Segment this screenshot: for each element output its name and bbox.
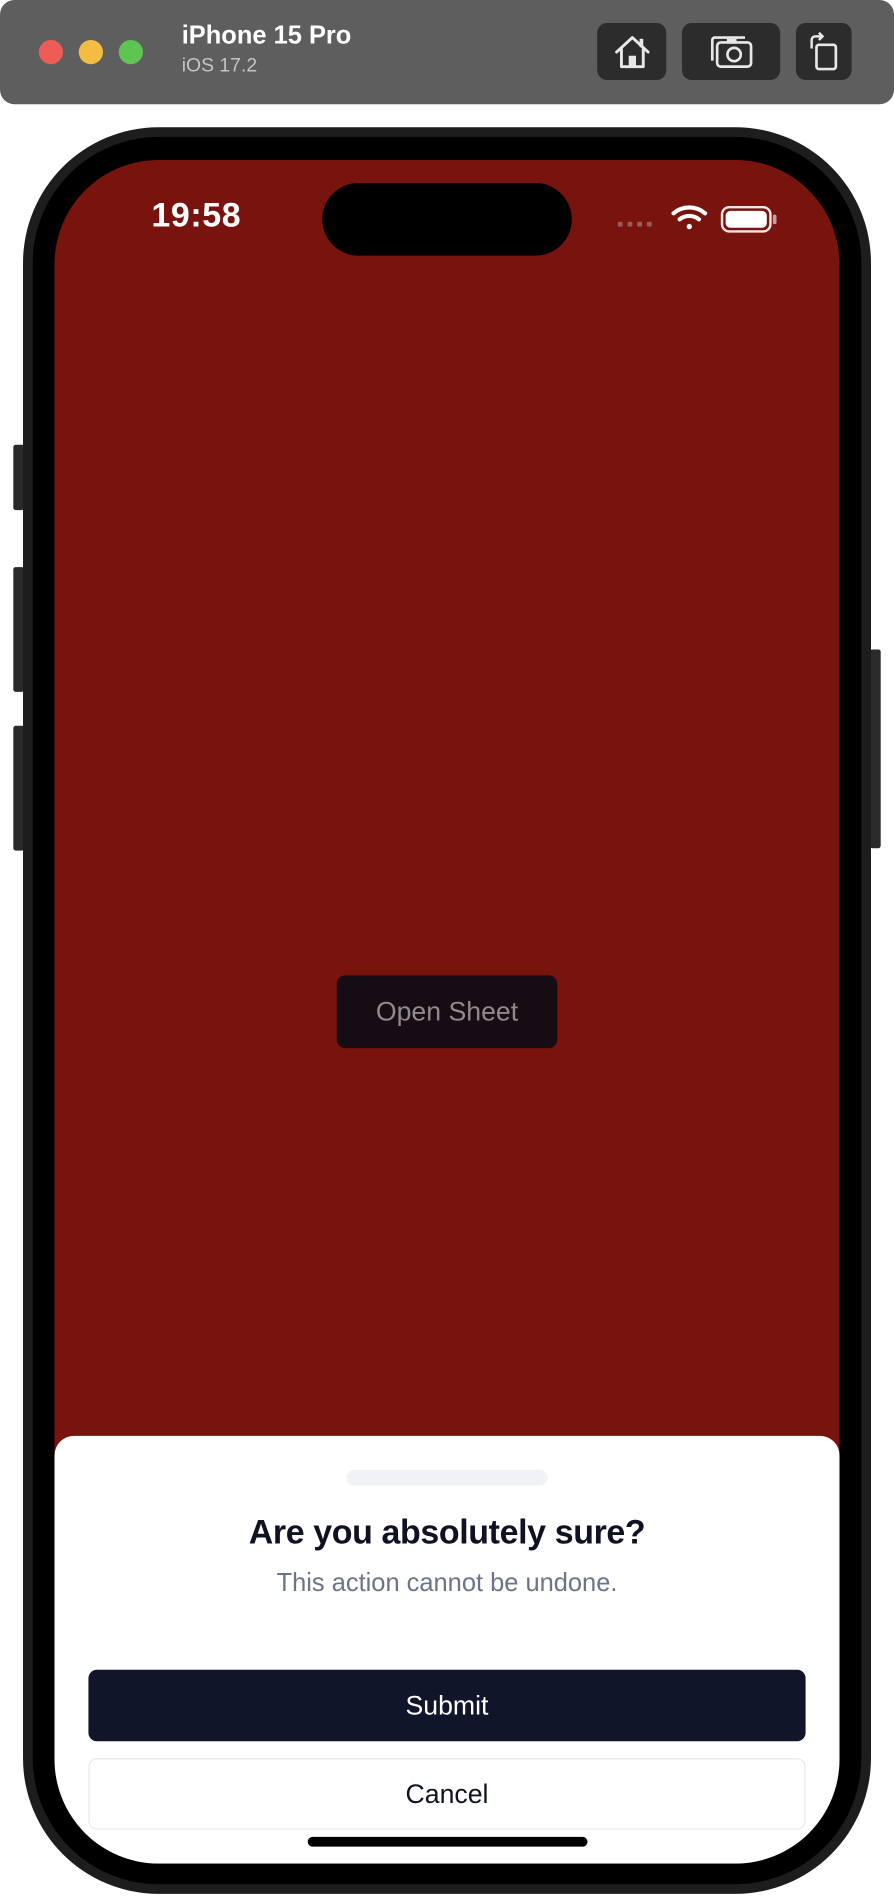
bottom-sheet: Are you absolutely sure? This action can…	[54, 1435, 840, 1864]
sheet-description: This action cannot be undone.	[276, 1569, 618, 1598]
screenshot-icon	[710, 35, 752, 68]
open-sheet-button[interactable]: Open Sheet	[336, 975, 558, 1049]
sheet-grabber-handle[interactable]	[346, 1469, 548, 1486]
cellular-signal-icon	[617, 221, 652, 227]
power-button	[869, 649, 881, 849]
status-bar-icons	[617, 205, 777, 233]
simulator-window: iPhone 15 Pro iOS 17.2 19:58 Open Sheet …	[0, 0, 894, 1900]
zoom-window-button[interactable]	[118, 39, 143, 65]
device-name: iPhone 15 Pro	[181, 21, 352, 50]
device-screen: 19:58 Open Sheet Are you absolutely sure…	[54, 159, 840, 1864]
submit-button[interactable]: Submit	[88, 1669, 806, 1742]
minimize-window-button[interactable]	[78, 39, 103, 65]
screenshot-button[interactable]	[682, 23, 781, 80]
home-indicator[interactable]	[307, 1836, 588, 1847]
dynamic-island	[322, 182, 572, 256]
rotate-button[interactable]	[795, 23, 852, 80]
battery-icon	[720, 205, 777, 233]
status-time: 19:58	[151, 196, 242, 234]
sheet-title: Are you absolutely sure?	[248, 1513, 646, 1551]
cancel-button[interactable]: Cancel	[88, 1758, 806, 1830]
home-icon	[614, 35, 649, 68]
home-button[interactable]	[597, 23, 667, 80]
os-version: iOS 17.2	[181, 55, 258, 77]
close-window-button[interactable]	[38, 39, 63, 65]
rotate-icon	[810, 31, 838, 70]
simulator-toolbar: iPhone 15 Pro iOS 17.2	[0, 0, 894, 105]
wifi-icon	[671, 205, 708, 230]
